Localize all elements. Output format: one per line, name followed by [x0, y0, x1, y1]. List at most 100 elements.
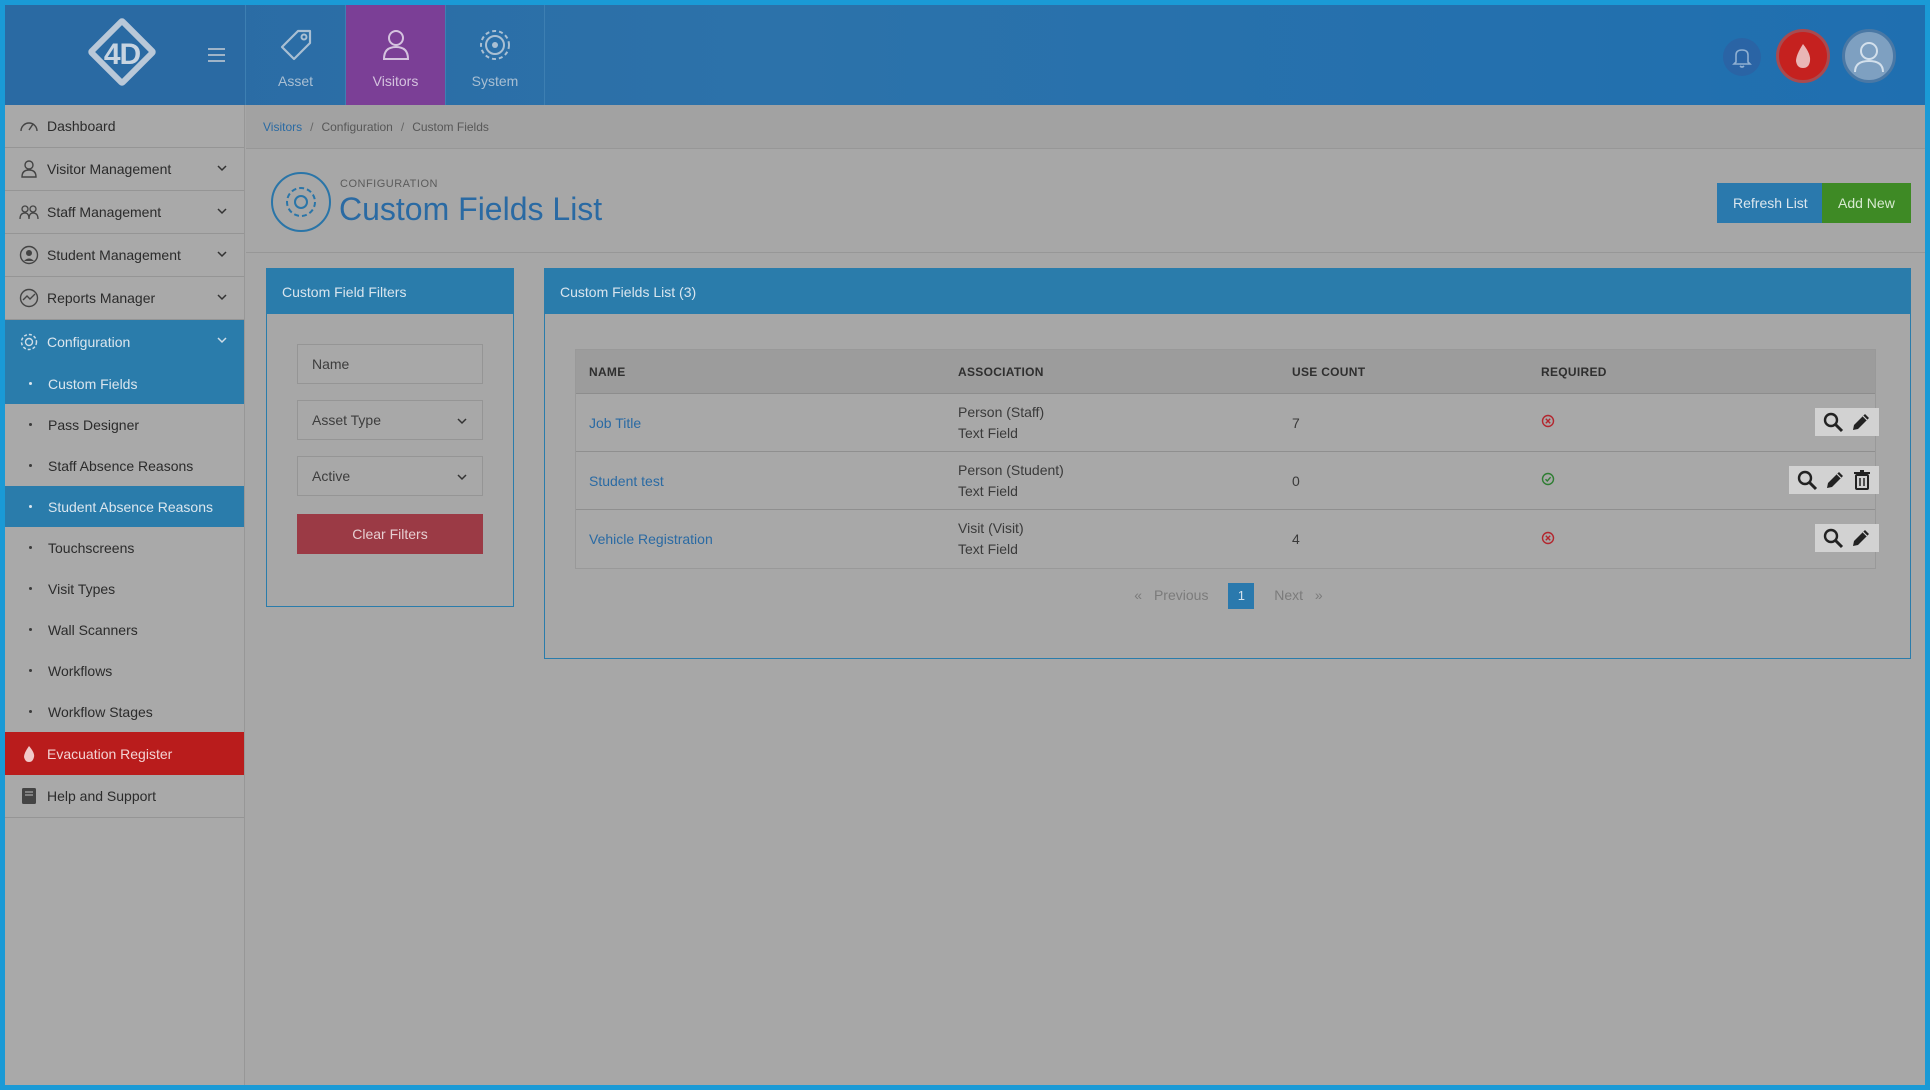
list-panel-title: Custom Fields List (3) [545, 269, 1910, 314]
next-page-link[interactable]: Next [1274, 587, 1303, 603]
status-select[interactable]: Active [297, 456, 483, 496]
gear-icon [286, 187, 316, 217]
edit-icon[interactable] [1850, 411, 1872, 433]
breadcrumb-separator: / [400, 119, 405, 134]
module-tab-asset[interactable]: Asset [245, 5, 345, 105]
sidebar-subitem-touchscreens[interactable]: Touchscreens [5, 527, 244, 568]
next-arrow-icon[interactable]: » [1315, 587, 1323, 603]
search-icon[interactable] [1796, 469, 1818, 491]
sidebar-item-label: Help and Support [47, 788, 156, 804]
module-tab-system[interactable]: System [445, 5, 545, 105]
field-type: Text Field [958, 482, 1018, 499]
chevron-down-icon [457, 418, 467, 425]
table-row: Vehicle Registration Visit (Visit) Text … [576, 510, 1879, 568]
sidebar-item-label: Staff Management [47, 204, 162, 220]
clear-filters-button[interactable]: Clear Filters [297, 514, 483, 554]
sidebar-subitem-staff-absence-reasons[interactable]: Staff Absence Reasons [5, 445, 244, 486]
column-header-association[interactable]: ASSOCIATION [958, 365, 1044, 379]
evacuation-button[interactable] [1776, 29, 1830, 83]
page-icon [271, 172, 331, 232]
sidebar-item-label: Configuration [47, 333, 131, 350]
column-header-name[interactable]: NAME [589, 365, 626, 379]
column-header-required[interactable]: REQUIRED [1541, 365, 1607, 379]
sidebar-item-dashboard[interactable]: Dashboard [5, 105, 244, 148]
row-actions [1815, 524, 1879, 552]
breadcrumb-custom-fields: Custom Fields [412, 119, 489, 134]
chevron-down-icon [457, 474, 467, 481]
column-header-use-count[interactable]: USE COUNT [1292, 365, 1365, 379]
chevron-down-icon [217, 337, 227, 344]
sidebar-subitem-workflow-stages[interactable]: Workflow Stages [5, 691, 244, 732]
sidebar-subitem-visit-types[interactable]: Visit Types [5, 568, 244, 609]
breadcrumb-separator: / [310, 119, 314, 134]
sidebar-item-student-management[interactable]: Student Management [5, 234, 244, 277]
dashboard-icon [20, 122, 38, 132]
sidebar-subitem-student-absence-reasons[interactable]: Student Absence Reasons [5, 486, 244, 527]
use-count: 0 [1292, 472, 1300, 489]
sidebar-item-visitor-management[interactable]: Visitor Management [5, 148, 244, 191]
sidebar-item-label: Reports Manager [47, 290, 156, 306]
field-type: Text Field [958, 424, 1018, 441]
page-number-button[interactable]: 1 [1228, 583, 1255, 609]
module-label: Visitors [372, 73, 419, 89]
association-cell: Person (Student) Text Field [958, 460, 1064, 502]
search-icon[interactable] [1822, 411, 1844, 433]
field-name-link[interactable]: Student test [589, 473, 664, 489]
status-value: Active [312, 468, 351, 484]
previous-page-link[interactable]: Previous [1154, 587, 1208, 603]
sidebar-item-label: Dashboard [47, 118, 116, 134]
required-status [1541, 414, 1555, 431]
sidebar-item-reports-manager[interactable]: Reports Manager [5, 277, 244, 320]
trash-icon[interactable] [1852, 469, 1872, 491]
custom-fields-list-panel: Custom Fields List (3) NAME ASSOCIATION … [544, 268, 1911, 659]
prev-arrow-icon[interactable]: « [1134, 587, 1142, 603]
flame-icon [1796, 44, 1811, 68]
sidebar-subitem-workflows[interactable]: Workflows [5, 650, 244, 691]
add-new-button[interactable]: Add New [1822, 183, 1911, 223]
sidebar-item-configuration[interactable]: Configuration [5, 320, 244, 363]
tag-icon [280, 29, 311, 61]
user-profile-button[interactable] [1842, 29, 1896, 83]
field-name-link[interactable]: Vehicle Registration [589, 531, 713, 547]
cross-circle-icon [1541, 414, 1555, 428]
sidebar-subitem-wall-scanners[interactable]: Wall Scanners [5, 609, 244, 650]
search-icon[interactable] [1822, 527, 1844, 549]
notifications-button[interactable] [1723, 38, 1761, 76]
breadcrumb-visitors[interactable]: Visitors [263, 120, 302, 134]
sidebar-item-evacuation-register[interactable]: Evacuation Register [5, 732, 244, 775]
pagination: « Previous 1 Next » [545, 583, 1912, 609]
menu-icon[interactable] [208, 48, 225, 66]
module-label: System [471, 73, 519, 89]
cross-circle-icon [1541, 531, 1555, 544]
person-icon [382, 30, 409, 60]
sidebar-item-staff-management[interactable]: Staff Management [5, 191, 244, 234]
refresh-list-button[interactable]: Refresh List [1717, 183, 1824, 223]
sidebar-subitem-pass-designer[interactable]: Pass Designer [5, 404, 244, 445]
edit-icon[interactable] [1824, 469, 1846, 491]
page-kicker: CONFIGURATION [340, 178, 438, 190]
required-status [1541, 531, 1555, 548]
avatar-icon [1854, 42, 1884, 73]
filters-panel: Custom Field Filters Name Asset Type Act… [266, 268, 514, 607]
association-type: Person (Student) [958, 461, 1064, 478]
sidebar-item-help-and-support[interactable]: Help and Support [5, 775, 244, 818]
name-filter-input[interactable]: Name [297, 344, 483, 384]
gear-icon [20, 333, 38, 350]
breadcrumb-configuration: Configuration [321, 119, 393, 134]
top-bar: 4D Asset Visitors System [5, 5, 1925, 105]
required-status [1541, 472, 1555, 489]
breadcrumb: Visitors / Configuration / Custom Fields [246, 105, 1925, 149]
module-tab-visitors[interactable]: Visitors [345, 5, 445, 105]
book-icon [22, 788, 36, 804]
custom-fields-table: NAME ASSOCIATION USE COUNT REQUIRED Job … [575, 349, 1879, 569]
asset-type-value: Asset Type [312, 412, 382, 428]
check-circle-icon [1541, 472, 1555, 486]
sidebar-subitem-custom-fields[interactable]: Custom Fields [5, 363, 244, 404]
chevron-down-icon [217, 208, 227, 215]
asset-type-select[interactable]: Asset Type [297, 400, 483, 440]
use-count: 4 [1292, 531, 1300, 547]
gear-icon [480, 30, 510, 60]
edit-icon[interactable] [1850, 527, 1872, 549]
flame-icon [24, 745, 35, 762]
field-name-link[interactable]: Job Title [589, 415, 641, 431]
